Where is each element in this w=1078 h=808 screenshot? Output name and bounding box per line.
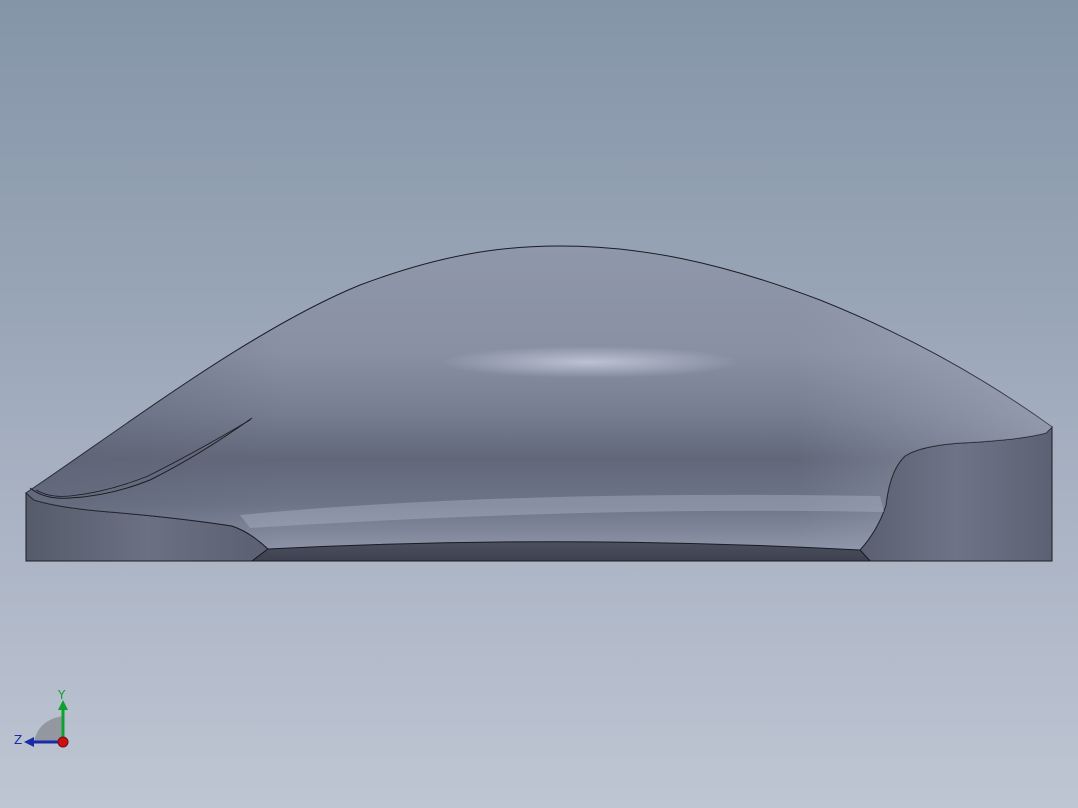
graphics-viewport[interactable]: Y Z (0, 0, 1078, 808)
view-orientation-triad[interactable]: Y Z (10, 684, 80, 754)
y-axis-label: Y (57, 688, 66, 702)
x-axis-point (57, 736, 69, 748)
z-axis-label: Z (14, 733, 22, 747)
part-model[interactable] (0, 0, 1078, 808)
triad-plane-arc (34, 716, 63, 742)
z-axis-arrowhead (24, 737, 34, 747)
surface-highlight-upper (440, 346, 740, 378)
